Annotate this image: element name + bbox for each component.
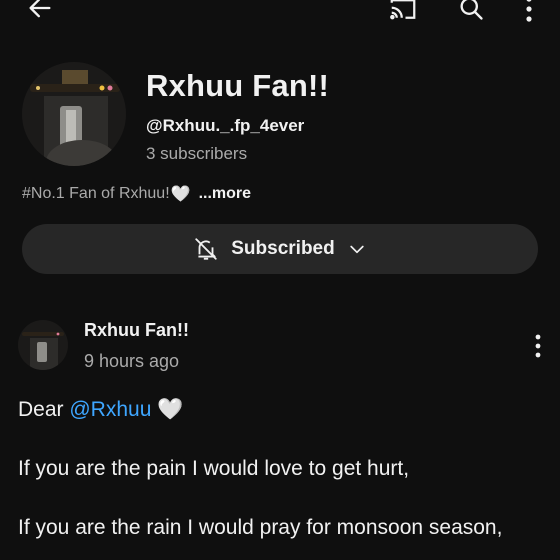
bell-off-icon — [195, 238, 217, 260]
cast-button[interactable] — [386, 0, 420, 26]
post-author-name[interactable]: Rxhuu Fan!! — [84, 320, 189, 341]
more-vertical-icon — [535, 334, 541, 358]
top-app-bar — [0, 0, 560, 28]
arrow-left-icon — [29, 0, 51, 18]
post-line: If you are the rain I would pray for mon… — [18, 516, 503, 539]
post-line: If you are the pain I would love to get … — [18, 457, 410, 480]
white-heart-emoji: 🤍 — [170, 186, 191, 203]
subscribed-button[interactable]: Subscribed — [22, 224, 538, 274]
post-timestamp: 9 hours ago — [84, 351, 180, 371]
chevron-down-icon — [350, 245, 364, 254]
search-button[interactable] — [454, 0, 488, 25]
post-body: Dear @Rxhuu 🤍 If you are the pain I woul… — [18, 398, 548, 560]
more-vertical-icon — [526, 0, 532, 22]
channel-description[interactable]: #No.1 Fan of Rxhuu! 🤍 ...more — [22, 184, 251, 204]
more-link[interactable]: ...more — [199, 185, 251, 203]
cast-icon — [390, 0, 416, 20]
description-text: #No.1 Fan of Rxhuu! — [22, 185, 170, 202]
white-heart-emoji: 🤍 — [157, 398, 184, 421]
channel-name: Rxhuu Fan!! — [146, 68, 330, 103]
post-more-options-button[interactable] — [524, 330, 552, 362]
avatar-image — [18, 320, 68, 370]
post-author-avatar[interactable] — [18, 320, 68, 370]
back-button[interactable] — [22, 0, 58, 26]
post-greeting-line: Dear @Rxhuu 🤍 — [18, 398, 548, 457]
channel-handle: @Rxhuu._.fp_4ever — [146, 116, 305, 135]
mention-link[interactable]: @Rxhuu — [69, 398, 151, 421]
greeting-text: Dear — [18, 398, 70, 421]
search-icon — [460, 0, 483, 20]
channel-avatar[interactable] — [22, 62, 126, 166]
subscribed-label: Subscribed — [231, 238, 335, 259]
avatar-image — [22, 62, 126, 166]
more-options-button[interactable] — [514, 0, 544, 26]
subscriber-count: 3 subscribers — [146, 144, 248, 163]
